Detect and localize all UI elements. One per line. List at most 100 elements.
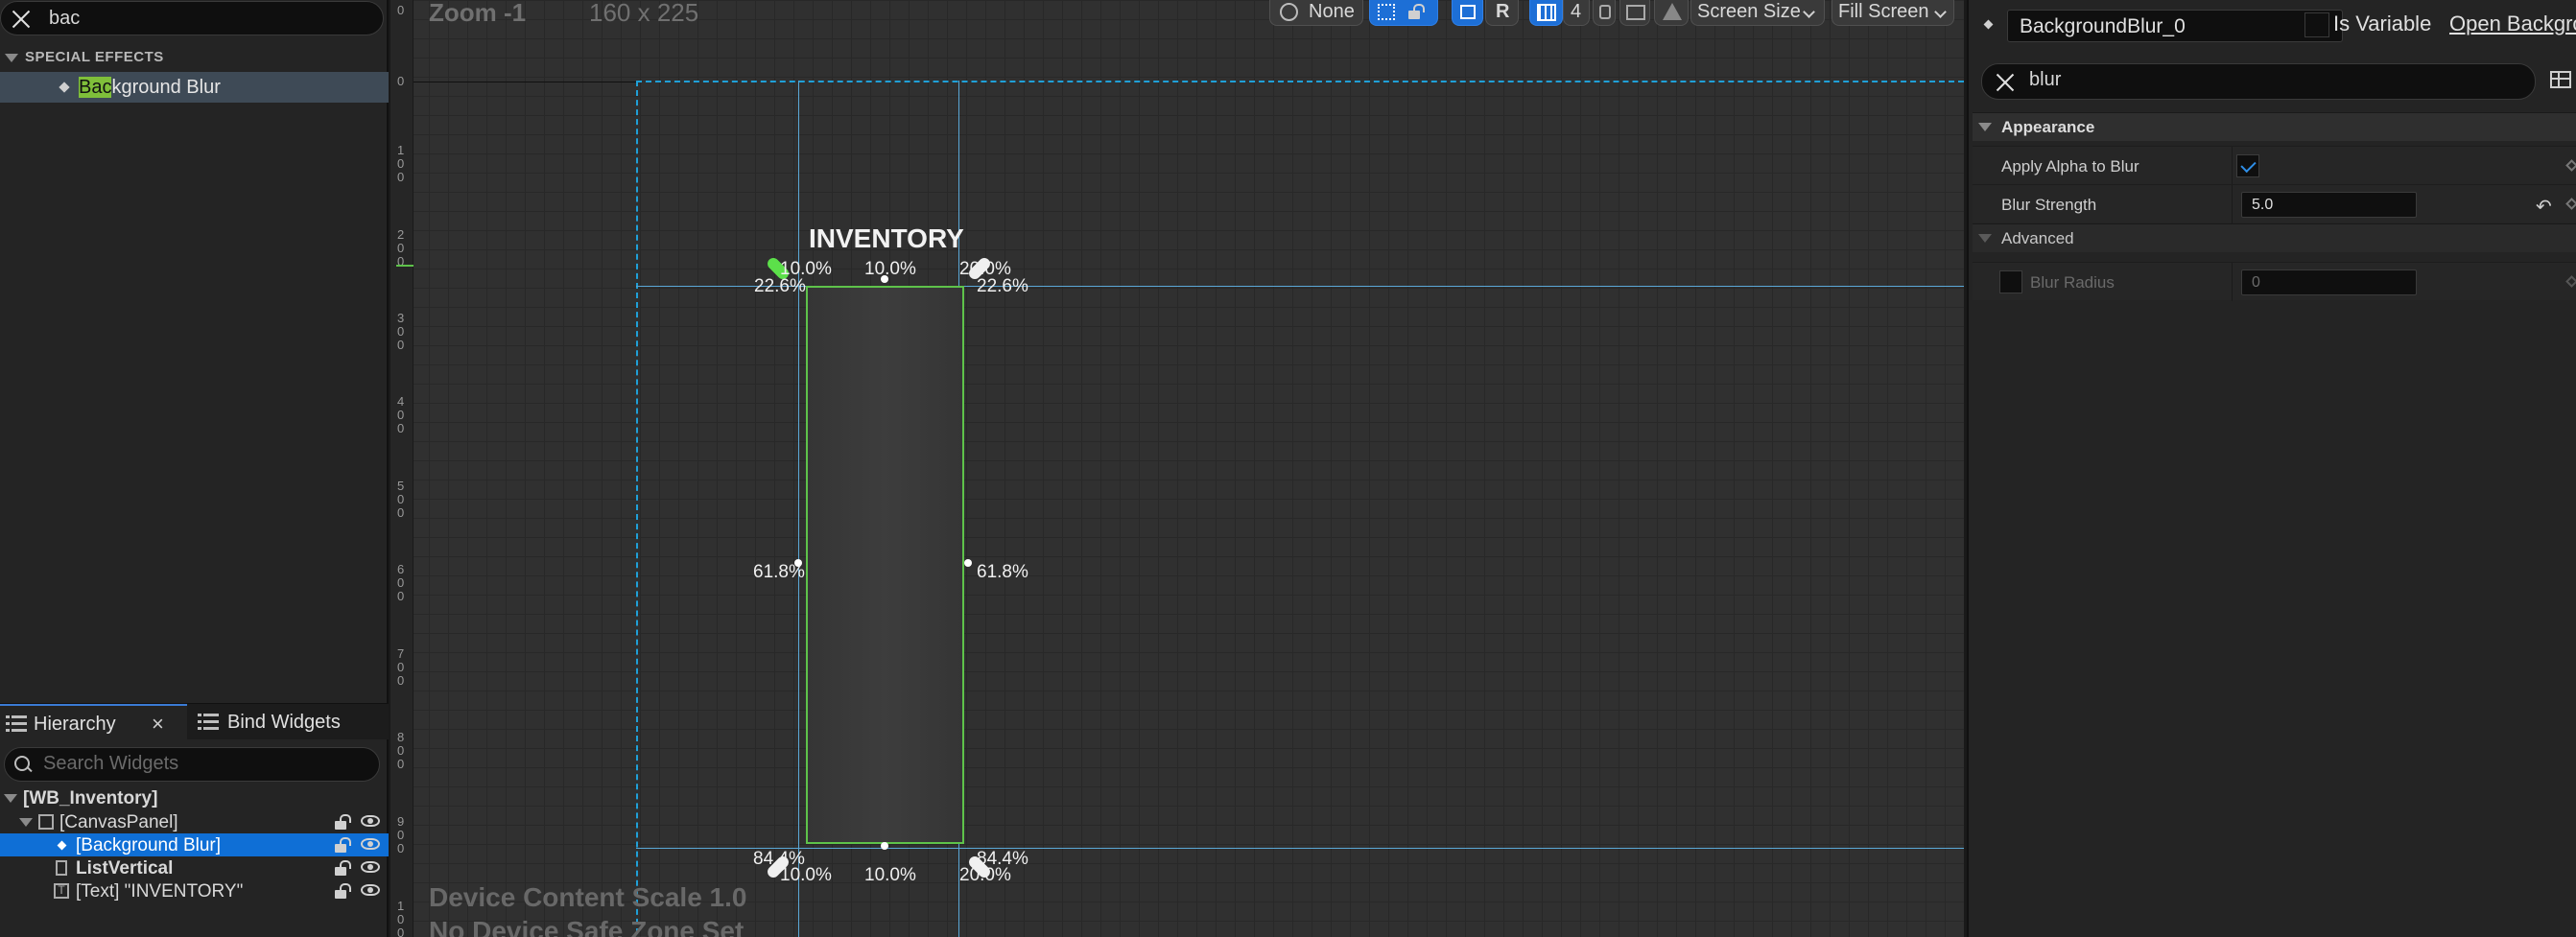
lock-icon[interactable]: [335, 814, 351, 830]
prop-label: Blur Strength: [2001, 196, 2097, 214]
prop-label: Apply Alpha to Blur: [2001, 157, 2139, 176]
hierarchy-search-input[interactable]: Search Widgets: [4, 747, 380, 782]
palette-item-background-blur[interactable]: Background Blur: [0, 72, 389, 103]
list-icon: [198, 714, 219, 731]
keyframe-icon[interactable]: [2565, 159, 2576, 172]
tab-bind-widgets[interactable]: Bind Widgets: [190, 704, 382, 740]
palette-search-value[interactable]: bac: [49, 8, 80, 30]
panel-tabs: Hierarchy × Bind Widgets: [0, 703, 389, 740]
inventory-text-widget[interactable]: INVENTORY: [809, 223, 964, 254]
chevron-down-icon: [1803, 6, 1815, 18]
blur-radius-input[interactable]: 0: [2241, 269, 2417, 295]
open-background-link[interactable]: Open Background: [2449, 12, 2576, 36]
blur-radius-value[interactable]: 0: [2252, 274, 2260, 292]
resize-handle-bottom[interactable]: [881, 842, 888, 850]
background-preview-button[interactable]: [1619, 0, 1650, 26]
zoom-level: Zoom -1: [429, 0, 527, 27]
close-icon[interactable]: [1993, 70, 2018, 95]
section-appearance[interactable]: Appearance: [1973, 112, 2576, 141]
background-blur-widget[interactable]: [806, 286, 964, 844]
details-search-value[interactable]: blur: [2029, 69, 2061, 91]
fill-screen-dropdown[interactable]: Fill Screen: [1832, 0, 1954, 26]
is-variable-checkbox[interactable]: [2304, 12, 2329, 37]
select-mode-button[interactable]: [1593, 0, 1616, 26]
transform-lock-button[interactable]: [1369, 0, 1438, 26]
hierarchy-row-label: ListVertical: [76, 858, 174, 878]
grid-snap-toggle[interactable]: [1529, 0, 1563, 26]
vertical-box-icon: [56, 860, 67, 876]
grid-size-value: 4: [1571, 1, 1582, 22]
collapse-arrow-icon[interactable]: [1978, 234, 1992, 243]
lock-icon[interactable]: [335, 860, 351, 876]
anchor-guide-bottom: [636, 848, 1964, 849]
device-content-scale: Device Content Scale 1.0: [429, 882, 747, 912]
widget-bullet-icon: [59, 82, 70, 93]
visibility-eye-icon[interactable]: [361, 815, 380, 827]
grid-size-dropdown[interactable]: 4: [1563, 0, 1590, 26]
close-tab-icon[interactable]: ×: [152, 712, 164, 737]
hierarchy-row-list-vertical[interactable]: ListVertical: [0, 856, 389, 879]
preview-mode-button[interactable]: None: [1269, 0, 1363, 26]
offset-label: 61.8%: [753, 562, 805, 582]
offset-label: 22.6%: [754, 276, 806, 296]
hierarchy-search-placeholder[interactable]: Search Widgets: [43, 753, 178, 775]
hierarchy-row-background-blur[interactable]: [Background Blur]: [0, 833, 389, 856]
text-widget-icon: T: [54, 883, 69, 899]
keyframe-icon[interactable]: [2565, 198, 2576, 210]
expand-arrow-icon[interactable]: [19, 818, 33, 827]
expand-arrow-icon[interactable]: [4, 794, 17, 803]
anchor-guide-left: [798, 81, 799, 937]
apply-alpha-checkbox[interactable]: [2236, 154, 2259, 177]
section-advanced[interactable]: Advanced: [1973, 223, 2576, 252]
ruler-tick-label: 5 0 0: [397, 479, 405, 520]
respect-locks-button[interactable]: R: [1485, 0, 1519, 26]
visibility-eye-icon[interactable]: [361, 884, 380, 896]
blur-strength-value[interactable]: 5.0: [2252, 197, 2273, 214]
lock-icon[interactable]: [335, 837, 351, 853]
widget-name-value[interactable]: BackgroundBlur_0: [2020, 15, 2186, 38]
column-divider: [2232, 263, 2233, 301]
chevron-down-icon: [1934, 6, 1947, 18]
blur-radius-override-checkbox[interactable]: [1999, 270, 2022, 293]
flip-button[interactable]: [1654, 0, 1689, 26]
resize-handle-right[interactable]: [964, 559, 972, 567]
close-icon[interactable]: [9, 7, 34, 32]
collapse-arrow-icon[interactable]: [1978, 123, 1992, 131]
prop-label: Blur Radius: [2030, 273, 2115, 292]
ruler-tick-label: 1 0 0: [397, 899, 405, 937]
is-variable-label: Is Variable: [2333, 12, 2432, 35]
screen-size-dropdown[interactable]: Screen Size: [1690, 0, 1825, 26]
lock-icon[interactable]: [335, 883, 351, 899]
reset-to-default-icon[interactable]: ↶: [2536, 195, 2552, 219]
tab-hierarchy[interactable]: Hierarchy ×: [0, 704, 187, 740]
keyframe-icon[interactable]: [2565, 275, 2576, 288]
offset-label: 22.6%: [977, 276, 1028, 296]
hierarchy-row-text-inventory[interactable]: T [Text] "INVENTORY": [0, 879, 389, 902]
visibility-eye-icon[interactable]: [361, 861, 380, 873]
palette-category-special-effects[interactable]: SPECIAL EFFECTS: [0, 45, 389, 70]
widget-name-field[interactable]: BackgroundBlur_0: [2007, 10, 2343, 42]
ruler-tick-label: 0: [397, 74, 405, 88]
property-matrix-icon[interactable]: [2550, 71, 2571, 88]
visibility-eye-icon[interactable]: [361, 838, 380, 850]
hierarchy-row-label: [Text] "INVENTORY": [76, 881, 244, 902]
ruler-tick-label: 4 0 0: [397, 394, 405, 435]
offset-label: 20.0%: [959, 865, 1011, 885]
layout-mode-button[interactable]: [1452, 0, 1483, 26]
widget-bullet-icon: [57, 840, 67, 851]
palette-search-input[interactable]: bac: [0, 1, 384, 35]
hierarchy-row-canvas-panel[interactable]: [CanvasPanel]: [0, 810, 389, 833]
column-divider: [2232, 147, 2233, 185]
column-divider: [2232, 185, 2233, 223]
hierarchy-row-root[interactable]: [WB_Inventory]: [0, 786, 389, 809]
vertical-ruler: 0 0 1 0 0 2 0 0 3 0 0 4 0 0 5 0 0 6 0 0 …: [390, 0, 414, 937]
canvas-panel-icon: [38, 814, 54, 830]
blur-strength-input[interactable]: 5.0: [2241, 192, 2417, 218]
details-search-input[interactable]: blur: [1981, 63, 2536, 100]
ruler-tick-label: 7 0 0: [397, 646, 405, 688]
grid-icon: [1537, 4, 1556, 21]
search-icon: [14, 756, 32, 773]
tab-bind-widgets-label: Bind Widgets: [227, 712, 341, 733]
collapse-arrow-icon[interactable]: [5, 54, 18, 62]
ruler-tick-label: 1 0 0: [397, 143, 405, 184]
